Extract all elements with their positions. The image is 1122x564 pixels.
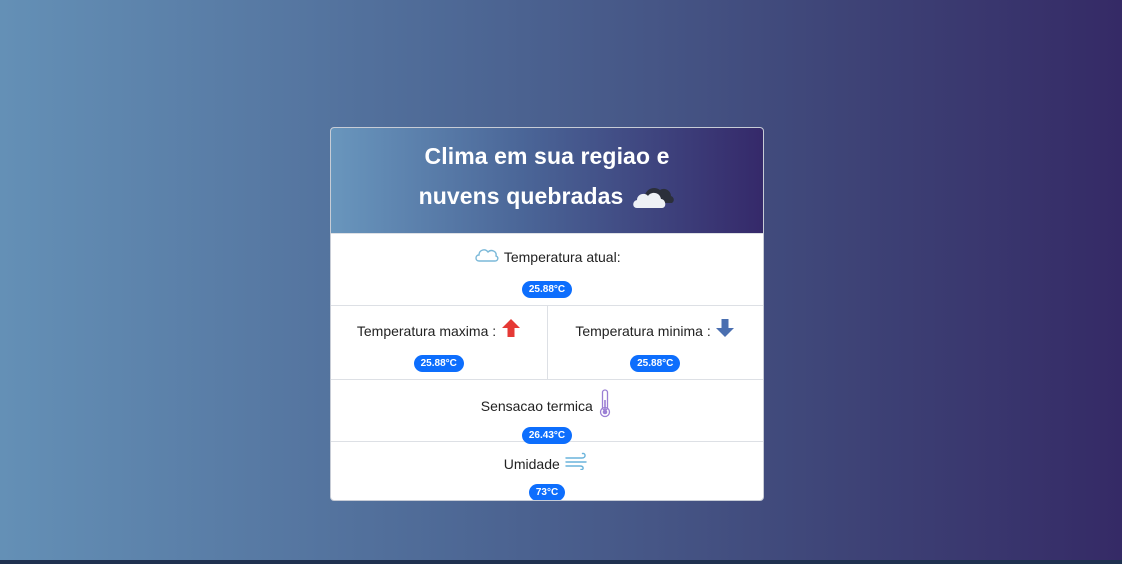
card-header: Clima em sua regiao e nuvens quebradas [331, 128, 763, 233]
broken-clouds-icon [631, 182, 675, 224]
max-temperature-label: Temperatura maxima : [356, 322, 497, 339]
wind-icon [564, 452, 590, 475]
current-temperature-section: Temperatura atual: 25.88°C [331, 233, 763, 305]
min-temperature-section: Temperatura minima : 25.88°C [546, 306, 764, 379]
humidity-badge: 73°C [528, 484, 566, 500]
weather-card: Clima em sua regiao e nuvens quebradas T… [330, 127, 764, 501]
min-temperature-label: Temperatura minima : [575, 322, 711, 339]
bottom-strip [0, 560, 1122, 564]
weather-description: nuvens quebradas [418, 183, 624, 209]
current-temperature-badge: 25.88°C [521, 281, 573, 298]
feels-like-section: Sensacao termica 26.43°C [331, 379, 763, 444]
humidity-label: Umidade [503, 455, 560, 472]
max-temperature-section: Temperatura maxima : 25.88°C [331, 306, 547, 379]
header-title-line1: Clima em sua regiao e [424, 143, 670, 169]
feels-like-badge: 26.43°C [521, 427, 573, 444]
header-title-line2: nuvens quebradas [331, 176, 763, 224]
cloud-outline-icon [473, 244, 499, 269]
min-temperature-badge: 25.88°C [630, 355, 681, 372]
current-temperature-label: Temperatura atual: [503, 248, 621, 265]
max-temperature-badge: 25.88°C [413, 355, 464, 372]
feels-like-label: Sensacao termica [480, 397, 593, 414]
min-max-row: Temperatura maxima : 25.88°C Temperatura… [331, 305, 763, 379]
humidity-section: Umidade 73°C [331, 441, 763, 500]
thermometer-icon [597, 388, 613, 423]
arrow-down-icon [715, 318, 735, 343]
arrow-up-icon [501, 318, 521, 343]
